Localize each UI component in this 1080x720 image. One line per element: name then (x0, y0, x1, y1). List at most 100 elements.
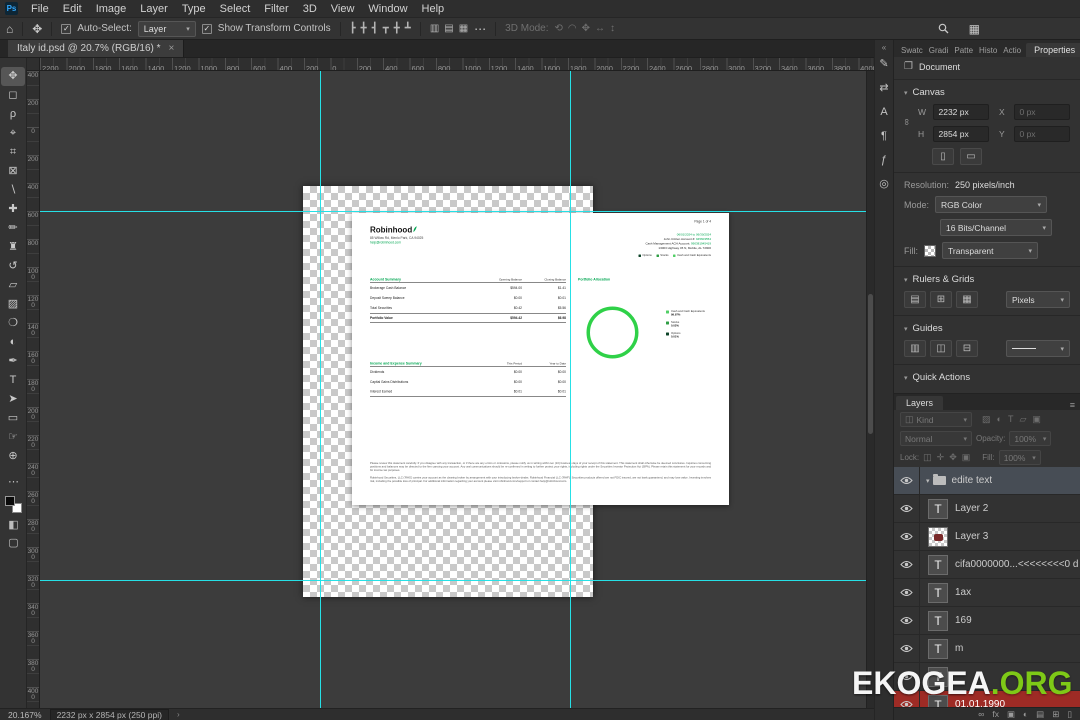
filter-pixel-layers-icon[interactable]: ▨ (982, 414, 991, 425)
screen-mode-icon[interactable]: ▢ (8, 536, 18, 549)
layer-visibility-toggle[interactable] (894, 551, 920, 578)
menu-item[interactable]: Layer (133, 0, 175, 18)
align-right-icon[interactable]: ┫ (372, 23, 378, 34)
fill-dropdown[interactable]: 100% ▾ (998, 450, 1041, 465)
brush-settings-panel-icon[interactable]: ✎ (879, 59, 888, 70)
layer-name[interactable]: Layer 2 (955, 503, 988, 514)
gradient-tool[interactable]: ▨ (1, 295, 25, 314)
status-options-arrow[interactable]: › (177, 710, 180, 719)
filter-adjustment-layers-icon[interactable]: ◐ (997, 414, 1002, 425)
layer-visibility-toggle[interactable] (894, 607, 920, 634)
align-left-icon[interactable]: ┣ (350, 23, 356, 34)
text-layer-thumbnail[interactable]: T (928, 554, 948, 575)
clone-source-panel-icon[interactable]: ◎ (879, 179, 889, 190)
shape-tool[interactable]: ▭ (1, 409, 25, 428)
grid-large-icon[interactable]: ▦ (956, 291, 978, 308)
opacity-dropdown[interactable]: 100% ▾ (1009, 431, 1052, 446)
canvas-width-input[interactable]: 2232 px (933, 104, 989, 120)
layer-row[interactable]: ▾ T cifa0000000...<<<<<<<<0 d (894, 551, 1080, 579)
vertical-guide[interactable] (320, 71, 321, 708)
tab-layers[interactable]: Layers (896, 396, 944, 410)
canvas-vertical-scrollbar[interactable] (866, 71, 874, 708)
eraser-tool[interactable]: ▱ (1, 276, 25, 295)
color-swatches[interactable] (5, 496, 22, 513)
home-icon[interactable]: ⌂ (6, 23, 13, 35)
filter-type-layers-icon[interactable]: T (1008, 414, 1014, 425)
layer-name[interactable]: cifa0000000...<<<<<<<<0 d (955, 559, 1078, 570)
horizontal-guide[interactable] (40, 580, 866, 581)
text-layer-thumbnail[interactable]: T (928, 638, 948, 659)
color-mode-dropdown[interactable]: RGB Color ▾ (935, 196, 1048, 213)
filter-smart-object-icon[interactable]: ▣ (1032, 414, 1041, 425)
lock-transparency-icon[interactable]: ◫ (923, 452, 932, 463)
type-tool[interactable]: T (1, 371, 25, 390)
path-selection-tool[interactable]: ➤ (1, 390, 25, 409)
show-transform-controls-checkbox[interactable]: ✓ (201, 23, 212, 34)
guides-lock-icon[interactable]: ▥ (904, 340, 926, 357)
pen-tool[interactable]: ✒ (1, 352, 25, 371)
layer-visibility-toggle[interactable] (894, 579, 920, 606)
layer-row[interactable]: ▾ T Layer 2 (894, 495, 1080, 523)
vertical-ruler[interactable]: 400 200 0 200 400 600 800 1000 1200 1400 1600 1800 2… (27, 71, 40, 708)
auto-select-checkbox[interactable]: ✓ (61, 23, 72, 34)
move-tool[interactable]: ✥ (1, 67, 25, 86)
align-middle-vertical-icon[interactable]: ╋ (394, 23, 400, 34)
3d-rotate-icon[interactable]: ⟲ (555, 23, 563, 34)
panel-tab[interactable]: Gradi (926, 46, 952, 57)
portrait-orientation-icon[interactable]: ▯ (932, 148, 954, 165)
3d-scale-icon[interactable]: ↕ (610, 23, 615, 34)
quick-mask-icon[interactable]: ◧ (8, 518, 18, 531)
menu-item[interactable]: Help (415, 0, 452, 18)
panel-menu-icon[interactable]: ≡ (1070, 400, 1075, 410)
zoom-level[interactable]: 20.167% (8, 710, 42, 720)
guide-style-dropdown[interactable]: ▾ (1006, 340, 1070, 357)
guides-layout-icon[interactable]: ◫ (930, 340, 952, 357)
align-center-horizontal-icon[interactable]: ╋ (361, 23, 367, 34)
distribute-horizontal-icon[interactable]: ▥ (430, 23, 439, 34)
brush-tool[interactable]: ✏ (1, 219, 25, 238)
adjustment-layer-icon[interactable]: ◐ (1023, 710, 1028, 719)
resolution-value[interactable]: 250 pixels/inch (955, 180, 1015, 190)
canvas-section-header[interactable]: ▾ Canvas (904, 87, 1070, 98)
menu-item[interactable]: Edit (56, 0, 89, 18)
layer-visibility-toggle[interactable] (894, 523, 920, 550)
layer-visibility-toggle[interactable] (894, 495, 920, 522)
expand-panels-icon[interactable]: « (882, 43, 886, 52)
link-dimensions-icon[interactable]: ∞ (902, 119, 912, 125)
3d-slide-icon[interactable]: ↔ (595, 23, 605, 34)
layer-name[interactable]: 1ax (955, 587, 971, 598)
document-tab[interactable]: Italy id.psd @ 20.7% (RGB/16) * × (8, 40, 185, 57)
3d-roll-icon[interactable]: ◠ (568, 23, 577, 34)
layer-row[interactable]: ▾ T edite text (894, 467, 1080, 495)
menu-item[interactable]: 3D (296, 0, 324, 18)
menu-item[interactable]: View (324, 0, 362, 18)
panel-tab[interactable]: Actio (1000, 46, 1024, 57)
group-expand-icon[interactable]: ▾ (926, 477, 930, 485)
auto-select-target-dropdown[interactable]: Layer ▾ (137, 20, 196, 37)
layer-mask-icon[interactable]: ▣ (1007, 710, 1015, 719)
foreground-color-swatch[interactable] (5, 496, 15, 506)
object-selection-tool[interactable]: ⌖ (1, 124, 25, 143)
menu-item[interactable]: File (24, 0, 56, 18)
paragraph-panel-icon[interactable]: ¶ (881, 131, 887, 142)
lock-all-icon[interactable]: ▣ (962, 452, 971, 463)
filter-shape-layers-icon[interactable]: ▱ (1019, 414, 1026, 425)
layer-filter-kind-dropdown[interactable]: ◫ Kind ▾ (900, 412, 972, 427)
edit-toolbar-icon[interactable]: ⋯ (8, 475, 19, 488)
rectangular-marquee-tool[interactable]: ◻ (1, 86, 25, 105)
text-layer-thumbnail[interactable]: T (928, 498, 948, 519)
guides-clear-icon[interactable]: ⊟ (956, 340, 978, 357)
layer-name[interactable]: m (955, 643, 963, 654)
layer-row[interactable]: ▾ T 1ax (894, 579, 1080, 607)
blur-tool[interactable]: ❍ (1, 314, 25, 333)
text-layer-thumbnail[interactable]: T (928, 610, 948, 631)
glyphs-panel-icon[interactable]: ƒ (881, 155, 887, 166)
delete-layer-icon[interactable]: ▯ (1067, 710, 1072, 719)
ruler-units-dropdown[interactable]: Pixels ▾ (1006, 291, 1070, 308)
layer-row[interactable]: ▾ T 169 (894, 607, 1080, 635)
link-layers-icon[interactable]: ∞ (978, 710, 984, 719)
tab-properties[interactable]: Properties (1026, 43, 1080, 57)
quick-actions-section-header[interactable]: ▾ Quick Actions (904, 372, 1070, 383)
scrollbar-thumb[interactable] (868, 293, 873, 435)
layer-row[interactable]: ▾ T Layer 3 (894, 523, 1080, 551)
